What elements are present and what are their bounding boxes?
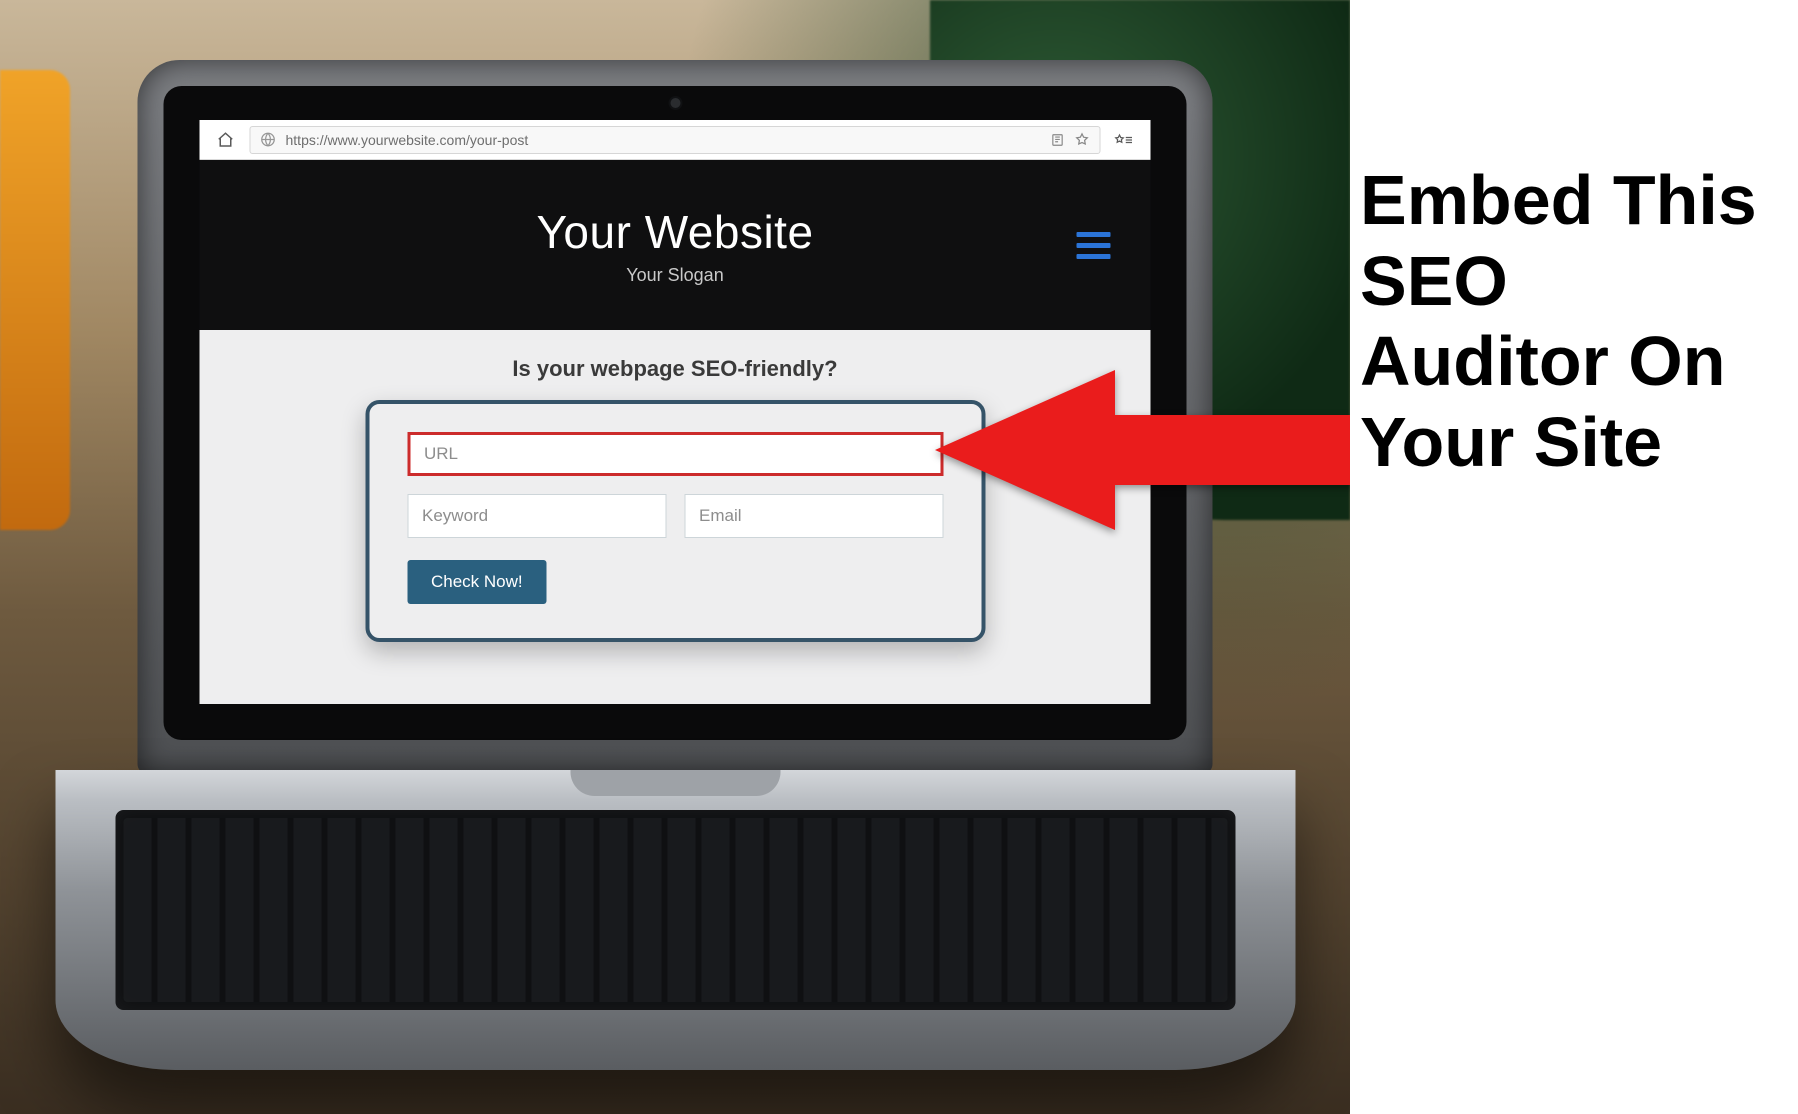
favorites-icon[interactable] [1111, 126, 1139, 154]
laptop-screen: https://www.yourwebsite.com/your-post [200, 120, 1151, 704]
address-url: https://www.yourwebsite.com/your-post [286, 132, 1041, 148]
hamburger-menu-icon[interactable] [1077, 232, 1111, 258]
site-slogan: Your Slogan [626, 265, 723, 286]
keyboard [115, 810, 1235, 1010]
site-title: Your Website [536, 205, 813, 259]
email-input[interactable]: Email [684, 494, 943, 538]
globe-icon [261, 132, 276, 147]
webcam-dot [670, 98, 680, 108]
reader-icon[interactable] [1051, 133, 1065, 147]
address-bar[interactable]: https://www.yourwebsite.com/your-post [250, 126, 1101, 154]
hinge-notch [570, 770, 780, 796]
photo-background: https://www.yourwebsite.com/your-post [0, 0, 1350, 1114]
laptop-lid: https://www.yourwebsite.com/your-post [138, 60, 1213, 774]
check-now-button[interactable]: Check Now! [407, 560, 547, 604]
url-input[interactable]: URL [407, 432, 943, 476]
star-icon[interactable] [1075, 132, 1090, 147]
seo-audit-widget: URL Keyword Email Check Now! [365, 400, 985, 642]
laptop: https://www.yourwebsite.com/your-post [138, 60, 1213, 1070]
site-header: Your Website Your Slogan [200, 160, 1151, 330]
screen-bezel: https://www.yourwebsite.com/your-post [164, 86, 1187, 740]
caption-text: Embed This SEO Auditor On Your Site [1360, 160, 1768, 482]
browser-toolbar: https://www.yourwebsite.com/your-post [200, 120, 1151, 160]
page-subheading: Is your webpage SEO-friendly? [200, 330, 1151, 400]
webpage: Your Website Your Slogan Is your webpage… [200, 160, 1151, 704]
keyword-input[interactable]: Keyword [407, 494, 666, 538]
home-icon[interactable] [212, 126, 240, 154]
laptop-deck [55, 770, 1295, 1070]
caption-panel: Embed This SEO Auditor On Your Site [1350, 0, 1798, 1114]
